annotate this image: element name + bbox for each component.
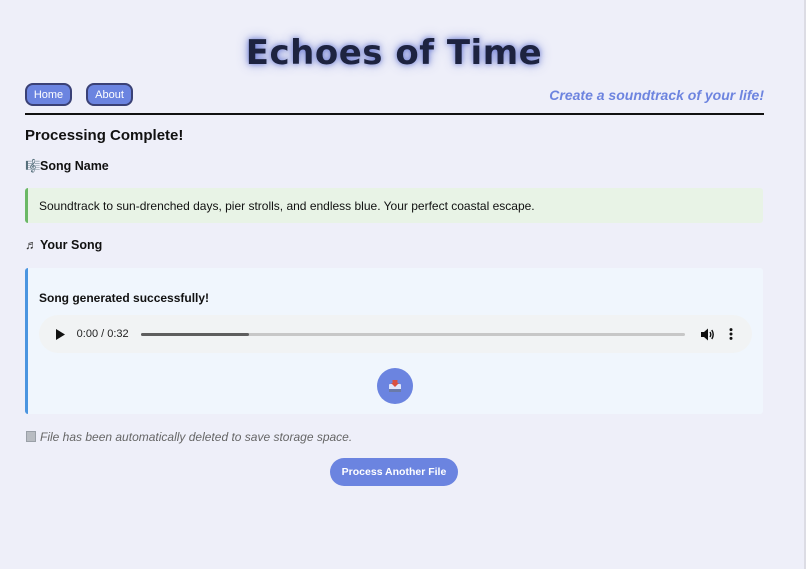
audio-progress-fill [140,332,250,336]
your-song-heading: ♬ Your Song [25,238,102,252]
audio-player[interactable]: 0:00 / 0:32 [39,315,752,353]
song-name-box: Soundtrack to sun-drenched days, pier st… [25,188,763,223]
music-score-icon: 🎼 [25,159,41,173]
audio-time-display: 0:00 / 0:32 [76,328,129,340]
main-nav: Home About [25,83,133,106]
processing-status-heading: Processing Complete! [25,127,184,144]
about-button[interactable]: About [86,83,133,106]
audio-progress-bar[interactable] [140,332,685,336]
volume-icon[interactable] [700,326,716,342]
page: Echoes of Time Home About Create a sound… [0,0,806,569]
download-icon [389,380,401,392]
site-title: Echoes of Time [245,33,543,73]
process-another-file-button[interactable]: Process Another File [330,458,458,486]
file-deleted-note: File has been automatically deleted to s… [25,430,352,444]
play-icon[interactable] [53,327,67,341]
tagline: Create a soundtrack of your life! [549,87,764,103]
song-name-heading: 🎼Song Name [25,159,109,174]
more-vertical-icon[interactable] [724,326,738,342]
home-button[interactable]: Home [25,83,72,106]
your-song-heading-label: Your Song [40,238,103,252]
success-message: Song generated successfully! [39,291,210,305]
trash-icon [26,431,36,442]
music-notes-icon: ♬ [25,238,38,252]
song-name-heading-label: Song Name [40,159,109,173]
file-deleted-note-text: File has been automatically deleted to s… [40,430,353,444]
song-card: Song generated successfully! 0:00 / 0:32 [25,268,763,414]
header-divider [25,113,764,115]
download-button[interactable] [377,368,413,404]
